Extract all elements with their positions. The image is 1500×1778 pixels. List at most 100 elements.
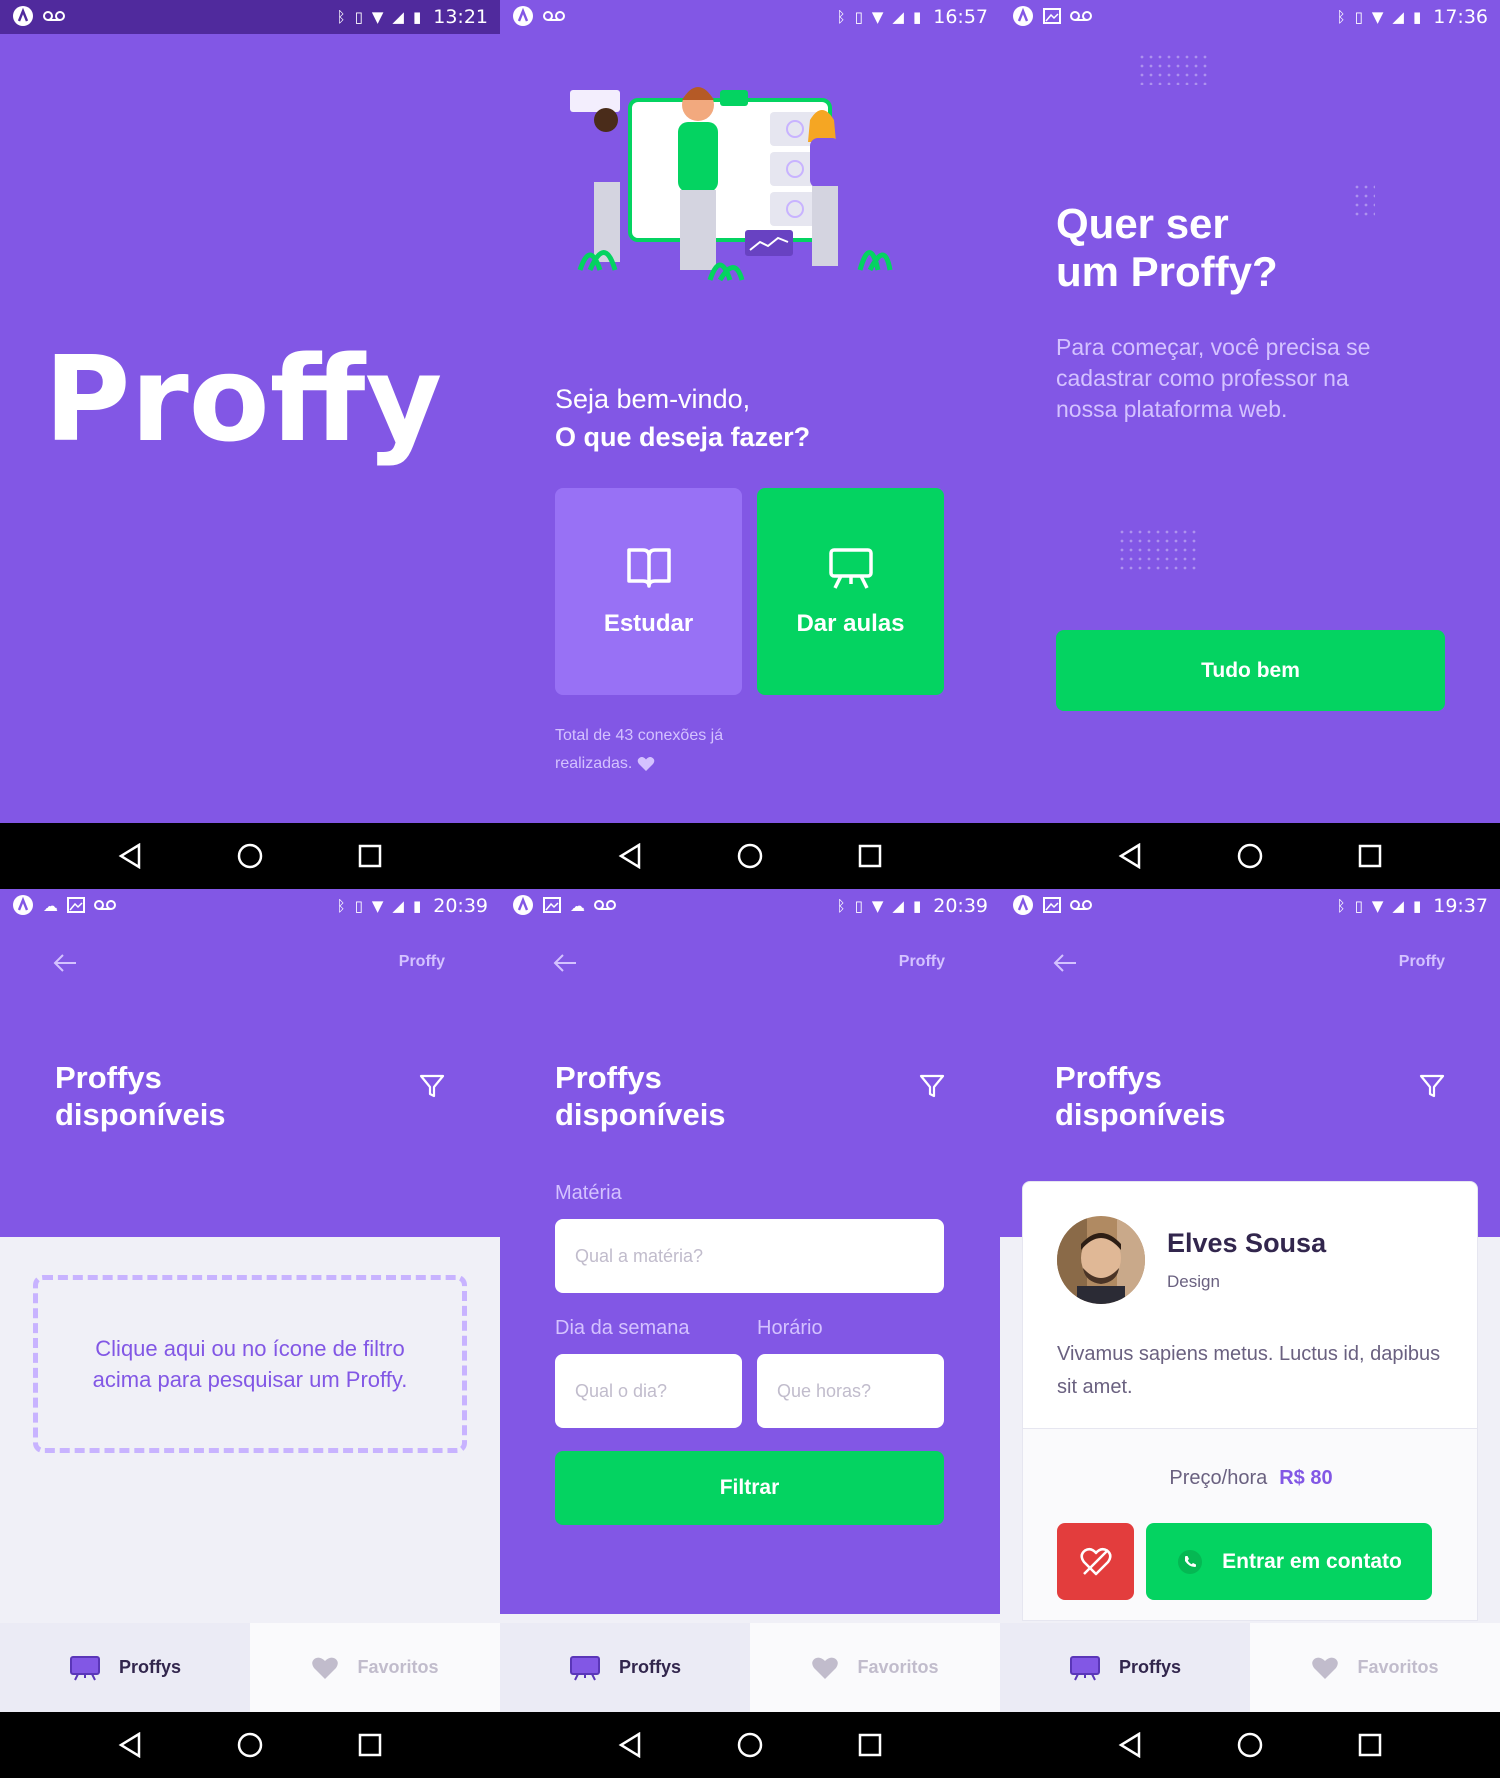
teacher-filter-screen: ☁ ᛒ ▯ ▼ ◢ ▮ 20:39 Proffy Proffys disponí… <box>500 889 1000 1778</box>
image-icon <box>543 896 561 916</box>
heart-icon <box>1312 1657 1339 1679</box>
teacher-subject: Design <box>1167 1272 1220 1291</box>
vibrate-icon: ▯ <box>1354 7 1363 26</box>
clock: 16:57 <box>933 6 988 28</box>
filter-icon[interactable] <box>1419 1073 1445 1099</box>
signal-icon: ◢ <box>392 896 404 915</box>
teacher-name: Elves Sousa <box>1167 1228 1327 1258</box>
background-dots <box>1120 530 1200 575</box>
recents-nav-icon[interactable] <box>358 844 382 868</box>
time-placeholder: Que horas? <box>777 1380 872 1401</box>
page-header-nav: Proffy <box>500 923 1000 1003</box>
vibrate-icon: ▯ <box>1354 896 1363 915</box>
weekday-input[interactable]: Qual o dia? <box>555 1354 742 1428</box>
tab-favorites[interactable]: Favoritos <box>250 1623 500 1712</box>
tab-proffys[interactable]: Proffys <box>500 1623 750 1712</box>
tab-favorites-label: Favoritos <box>357 1657 439 1677</box>
voicemail-icon <box>594 899 616 914</box>
back-arrow-icon[interactable] <box>1052 953 1078 973</box>
contact-button[interactable]: Entrar em contato <box>1146 1523 1432 1600</box>
heart-icon <box>812 1657 839 1679</box>
signal-icon: ◢ <box>1392 7 1404 26</box>
heart-icon <box>312 1657 339 1679</box>
give-classes-title: Quer ser um Proffy? <box>1056 200 1278 296</box>
time-label: Horário <box>757 1317 823 1339</box>
vibrate-icon: ▯ <box>354 7 363 26</box>
filter-icon[interactable] <box>419 1073 445 1099</box>
home-nav-icon[interactable] <box>737 843 763 869</box>
voicemail-icon <box>1070 899 1092 914</box>
back-nav-icon[interactable] <box>618 843 642 869</box>
signal-icon: ◢ <box>392 7 404 26</box>
tab-favorites-label: Favoritos <box>857 1657 939 1677</box>
app-icon <box>512 894 534 919</box>
voicemail-icon <box>43 10 65 25</box>
tab-favorites[interactable]: Favoritos <box>1250 1623 1500 1712</box>
back-nav-icon[interactable] <box>1118 1732 1142 1758</box>
page-title: Proffys disponíveis <box>1055 1059 1226 1133</box>
subject-placeholder: Qual a matéria? <box>575 1245 704 1266</box>
time-input[interactable]: Que horas? <box>757 1354 944 1428</box>
background-dots <box>1355 185 1375 220</box>
weekday-label: Dia da semana <box>555 1317 690 1339</box>
clock: 17:36 <box>1433 6 1488 28</box>
screens-grid: ᛒ ▯ ▼ ◢ ▮ 13:21 Proffy ᛒ ▯ ▼ ◢ ▮ 16:57 S… <box>0 0 1500 1778</box>
price-value: R$ 80 <box>1279 1467 1333 1489</box>
home-nav-icon[interactable] <box>237 843 263 869</box>
voicemail-icon <box>543 10 565 25</box>
back-nav-icon[interactable] <box>118 843 142 869</box>
study-button[interactable]: Estudar <box>555 488 742 695</box>
home-nav-icon[interactable] <box>1237 1732 1263 1758</box>
back-nav-icon[interactable] <box>1118 843 1142 869</box>
recents-nav-icon[interactable] <box>1358 1733 1382 1757</box>
app-icon <box>1012 5 1034 30</box>
image-icon <box>1043 896 1061 916</box>
title-line-2: um Proffy? <box>1056 248 1278 295</box>
voicemail-icon <box>1070 10 1092 25</box>
tab-proffys-label: Proffys <box>618 1657 681 1677</box>
filter-icon[interactable] <box>919 1073 945 1099</box>
recents-nav-icon[interactable] <box>1358 844 1382 868</box>
filter-button[interactable]: Filtrar <box>555 1451 944 1525</box>
home-nav-icon[interactable] <box>1237 843 1263 869</box>
tv-icon <box>569 1655 600 1680</box>
back-arrow-icon[interactable] <box>552 953 578 973</box>
voicemail-icon <box>94 899 116 914</box>
subject-label: Matéria <box>555 1182 622 1204</box>
wifi-icon: ▼ <box>371 7 384 26</box>
back-arrow-icon[interactable] <box>52 953 78 973</box>
home-nav-icon[interactable] <box>737 1732 763 1758</box>
tab-favorites-label: Favoritos <box>1357 1657 1439 1677</box>
unfavorite-button[interactable] <box>1057 1523 1134 1600</box>
splash-screen: ᛒ ▯ ▼ ◢ ▮ 13:21 Proffy <box>0 0 500 889</box>
tab-favorites[interactable]: Favoritos <box>750 1623 1000 1712</box>
title-line-1: Proffys <box>1055 1060 1162 1095</box>
study-label: Estudar <box>603 609 694 637</box>
status-bar: ᛒ ▯ ▼ ◢ ▮ 13:21 <box>0 0 500 34</box>
tv-icon <box>1069 1655 1100 1680</box>
vibrate-icon: ▯ <box>354 896 363 915</box>
price-label: Preço/hora <box>1169 1467 1268 1489</box>
android-nav-bar <box>1000 1712 1500 1778</box>
recents-nav-icon[interactable] <box>858 844 882 868</box>
android-nav-bar <box>1000 823 1500 889</box>
search-hint-box[interactable]: Clique aqui ou no ícone de filtro acima … <box>33 1275 467 1453</box>
teach-button[interactable]: Dar aulas <box>757 488 944 695</box>
ok-button[interactable]: Tudo bem <box>1056 630 1445 711</box>
back-nav-icon[interactable] <box>118 1732 142 1758</box>
subject-input[interactable]: Qual a matéria? <box>555 1219 944 1293</box>
tab-proffys[interactable]: Proffys <box>0 1623 250 1712</box>
app-icon <box>12 894 34 919</box>
back-nav-icon[interactable] <box>618 1732 642 1758</box>
avatar <box>1057 1216 1145 1304</box>
home-nav-icon[interactable] <box>237 1732 263 1758</box>
bluetooth-icon: ᛒ <box>836 896 846 915</box>
search-hint-text: Clique aqui ou no ícone de filtro acima … <box>92 1336 408 1392</box>
tab-proffys[interactable]: Proffys <box>1000 1623 1250 1712</box>
bottom-tabs: Proffys Favoritos <box>1000 1623 1500 1712</box>
status-bar: ☁ ᛒ ▯ ▼ ◢ ▮ 20:39 <box>0 889 500 923</box>
bottom-tabs: Proffys Favoritos <box>500 1623 1000 1712</box>
recents-nav-icon[interactable] <box>858 1733 882 1757</box>
recents-nav-icon[interactable] <box>358 1733 382 1757</box>
android-nav-bar <box>0 823 500 889</box>
